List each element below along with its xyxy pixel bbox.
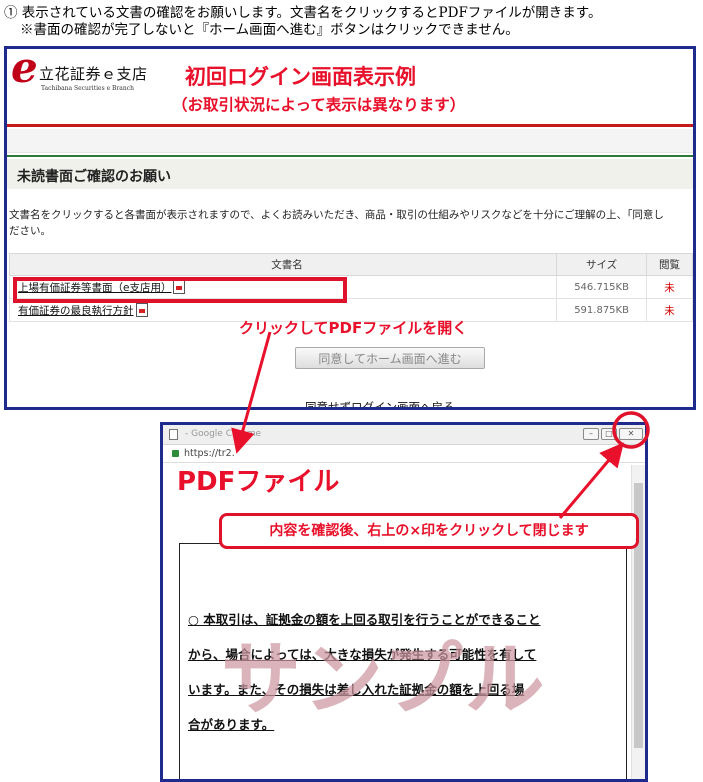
doc-size-cell: 546.715KB <box>556 275 648 299</box>
window-titlebar: - Google Chrome – □ ✕ <box>163 425 645 445</box>
description-text: 文書名をクリックすると各書面が表示されますので、よくお読みいただき、商品・取引の… <box>9 209 664 237</box>
logo-name: 立花証券ｅ支店 <box>39 65 148 83</box>
doc-status-cell: 未 <box>646 298 693 322</box>
pdf-file-icon[interactable] <box>135 302 148 317</box>
callout-click-to-open: クリックしてPDFファイルを開く <box>239 319 468 337</box>
url-text: https://tr2. <box>184 448 235 459</box>
column-header-size: サイズ <box>556 253 648 276</box>
logo-e-mark: e <box>11 46 38 92</box>
highlight-box <box>13 277 347 303</box>
nav-band <box>7 129 693 153</box>
banner-note: （お取引状況によって表示は異なります） <box>172 96 466 114</box>
maximize-button[interactable]: □ <box>601 428 617 440</box>
back-to-login-link[interactable]: 同意せずログイン画面へ戻る <box>305 399 455 407</box>
section-green-rule <box>7 155 693 157</box>
lock-icon <box>172 450 179 457</box>
minimize-button[interactable]: – <box>583 428 599 440</box>
pdf-file-label: PDFファイル <box>177 467 340 497</box>
header-red-rule <box>7 124 693 127</box>
instruction-line-2: ※書面の確認が完了しないと『ホーム画面へ進む』ボタンはクリックできません。 <box>20 22 519 38</box>
doc-link-best-execution[interactable]: 有価証券の最良執行方針 <box>18 305 134 317</box>
logo-subtitle: Tachibana Securities e Branch <box>41 85 134 92</box>
close-button[interactable]: ✕ <box>619 428 643 440</box>
login-screen-mockup: e 立花証券ｅ支店 Tachibana Securities e Branch … <box>4 46 696 410</box>
doc-status-cell: 未 <box>646 275 693 299</box>
callout-close-instruction: 内容を確認後、右上の×印をクリックして閉じます <box>219 513 639 549</box>
tachibana-logo: e 立花証券ｅ支店 Tachibana Securities e Branch <box>11 49 171 101</box>
section-title: 未読書面ご確認のお願い <box>17 169 171 185</box>
table-header-row: 文書名 サイズ 閲覧 <box>8 253 693 276</box>
agree-home-button[interactable]: 同意してホーム画面へ進む <box>295 347 485 369</box>
doc-size-cell: 591.875KB <box>556 298 648 322</box>
window-title: - Google Chrome <box>185 429 262 439</box>
banner-title: 初回ログイン画面表示例 <box>185 65 416 89</box>
section-header: 未読書面ご確認のお願い <box>7 159 693 189</box>
pdf-window-mockup: - Google Chrome – □ ✕ https://tr2. PDFファ… <box>160 422 648 782</box>
column-header-view: 閲覧 <box>646 253 693 276</box>
sample-watermark: サンプル <box>221 633 547 726</box>
column-header-name: 文書名 <box>8 253 558 276</box>
document-icon <box>169 429 178 440</box>
